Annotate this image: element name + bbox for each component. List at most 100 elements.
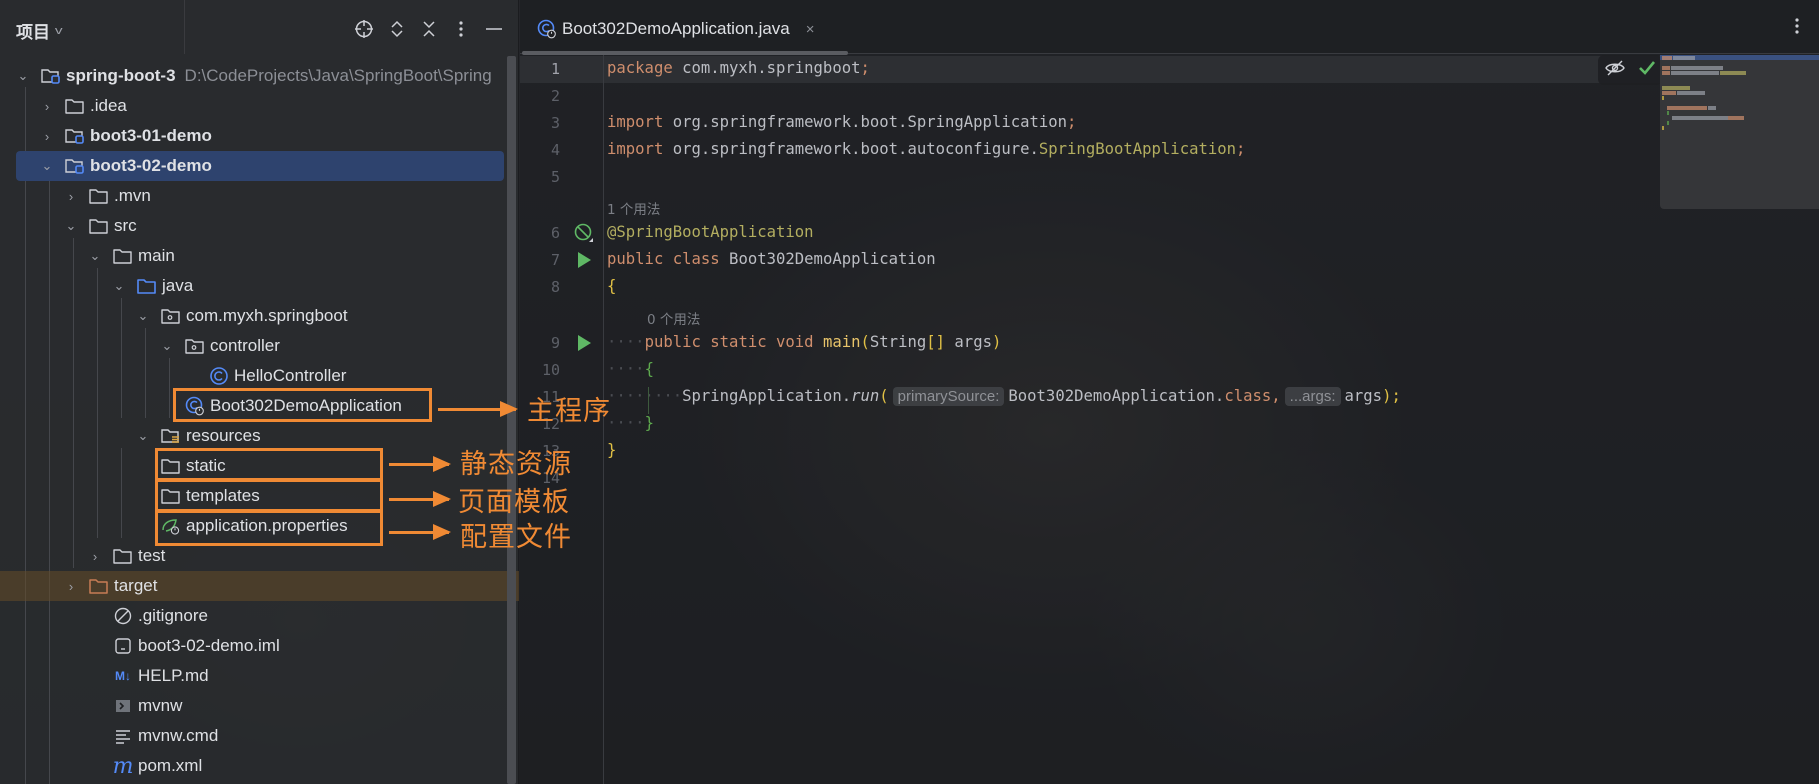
spring-bean-gutter-icon[interactable] <box>573 222 595 244</box>
tree-node-src[interactable]: ⌄ src <box>16 211 504 241</box>
minimap-line <box>1671 71 1719 75</box>
minimap-line <box>1720 71 1746 75</box>
tree-scrollbar[interactable] <box>507 56 516 784</box>
line-number: 10 <box>541 361 560 379</box>
tab-scroll-indicator <box>522 51 848 55</box>
tree-node-boot3-02-demo[interactable]: ⌄ boot3-02-demo <box>16 151 504 181</box>
more-vertical-icon[interactable] <box>1787 16 1807 42</box>
annotation-arrow <box>389 456 451 472</box>
minimap-line <box>1667 106 1707 110</box>
tree-node-gitignore[interactable]: .gitignore <box>16 601 504 631</box>
tree-node-label: src <box>114 216 137 235</box>
tree-node-label: mvnw.cmd <box>138 726 219 745</box>
chevron-down-icon[interactable]: ⌄ <box>88 248 102 264</box>
chevron-down-icon[interactable]: ⌄ <box>40 158 54 174</box>
annotation-box-static <box>155 448 383 482</box>
minimap-line <box>1662 66 1670 70</box>
minimize-icon[interactable] <box>481 16 507 42</box>
editor-tab-bar: Boot302DemoApplication.java × <box>520 0 1819 55</box>
chevron-right-icon[interactable]: › <box>64 189 78 204</box>
code-line-7[interactable]: public class Boot302DemoApplication <box>607 250 936 268</box>
tree-node-label: target <box>114 576 158 595</box>
annotation-arrow <box>389 524 451 540</box>
code-line-12[interactable]: ····} <box>607 414 654 432</box>
tree-node-java[interactable]: ⌄ java <box>16 271 504 301</box>
expand-all-icon[interactable] <box>384 16 410 42</box>
line-number: 3 <box>550 114 560 132</box>
eye-hidden-icon[interactable] <box>1605 60 1625 81</box>
tree-node-label: java <box>162 276 194 295</box>
chevron-down-icon[interactable]: ⌄ <box>160 338 174 354</box>
code-line-8[interactable]: { <box>607 277 616 295</box>
chevron-right-icon[interactable]: › <box>40 129 54 144</box>
tab-boot302-demo-application[interactable]: Boot302DemoApplication.java × <box>536 14 815 44</box>
parameter-hint: ...args: <box>1284 387 1341 406</box>
more-vertical-icon[interactable] <box>448 16 474 42</box>
resources-folder-icon <box>160 426 182 446</box>
tree-node-spring-boot-3[interactable]: ⌄ spring-boot-3 D:\CodeProjects\Java\Spr… <box>16 61 504 91</box>
tree-node-help-md[interactable]: M↓ HELP.md <box>16 661 504 691</box>
tree-node-package[interactable]: ⌄ com.myxh.springboot <box>16 301 504 331</box>
chevron-down-icon[interactable]: ⌄ <box>64 218 78 234</box>
minimap[interactable] <box>1660 55 1819 209</box>
collapse-all-icon[interactable] <box>416 16 442 42</box>
tree-node-boot3-01-demo[interactable]: › boot3-01-demo <box>16 121 504 151</box>
code-line-11[interactable]: ········SpringApplication.run(primarySou… <box>607 387 1401 406</box>
header-divider <box>184 0 185 54</box>
tree-node-iml[interactable]: boot3-02-demo.iml <box>16 631 504 661</box>
minimap-line <box>1662 86 1690 90</box>
chevron-down-icon[interactable]: ⌄ <box>136 308 150 324</box>
project-view-selector[interactable]: 项目 v <box>16 18 63 43</box>
folder-icon <box>112 546 134 566</box>
project-panel-header: 项目 v <box>0 0 519 58</box>
tree-node-idea[interactable]: › .idea <box>16 91 504 121</box>
line-number: 1 <box>550 60 560 78</box>
annotation-box-main-program <box>173 388 432 422</box>
tree-node-label: .mvn <box>114 186 151 205</box>
code-line-13[interactable]: } <box>607 441 616 459</box>
tree-node-pom-xml[interactable]: m pom.xml <box>16 751 504 781</box>
code-line-10[interactable]: ····{ <box>607 360 654 378</box>
target-icon[interactable] <box>351 16 377 42</box>
chevron-right-icon[interactable]: › <box>64 579 78 594</box>
tree-node-label: test <box>138 546 166 565</box>
class-icon <box>208 366 230 386</box>
run-icon[interactable] <box>573 332 595 354</box>
close-icon[interactable]: × <box>806 21 815 38</box>
minimap-line <box>1662 91 1676 95</box>
code-line-4[interactable]: import org.springframework.boot.autoconf… <box>607 140 1245 158</box>
code-line-1[interactable]: package com.myxh.springboot; <box>607 59 870 77</box>
tree-node-hello-controller[interactable]: HelloController <box>16 361 504 391</box>
tree-node-resources[interactable]: ⌄ resources <box>16 421 504 451</box>
chevron-down-icon[interactable]: ⌄ <box>136 428 150 444</box>
annotation-arrow <box>389 491 451 507</box>
code-line-3[interactable]: import org.springframework.boot.SpringAp… <box>607 113 1076 131</box>
code-line-6[interactable]: @SpringBootApplication <box>607 223 814 241</box>
check-icon[interactable] <box>1639 60 1656 80</box>
tree-node-mvnw-cmd[interactable]: mvnw.cmd <box>16 721 504 751</box>
tree-node-mvn[interactable]: › .mvn <box>16 181 504 211</box>
text-file-icon <box>112 726 134 746</box>
tree-node-target[interactable]: › target <box>0 571 519 601</box>
run-icon[interactable] <box>573 249 595 271</box>
chevron-right-icon[interactable]: › <box>40 99 54 114</box>
usages-hint[interactable]: 0 个用法 <box>647 308 700 328</box>
shell-script-icon <box>112 696 134 716</box>
code-line-9[interactable]: ····public static void main(String[] arg… <box>607 333 1001 351</box>
project-path: D:\CodeProjects\Java\SpringBoot\Spring <box>184 66 492 85</box>
usages-hint[interactable]: 1 个用法 <box>607 198 660 218</box>
tree-node-label: resources <box>186 426 261 445</box>
tree-node-label: main <box>138 246 175 265</box>
chevron-down-icon[interactable]: ⌄ <box>112 278 126 294</box>
tree-node-main[interactable]: ⌄ main <box>16 241 504 271</box>
tree-node-label: HELP.md <box>138 666 209 685</box>
tree-node-controller[interactable]: ⌄ controller <box>16 331 504 361</box>
chevron-down-icon[interactable]: ⌄ <box>16 68 30 84</box>
chevron-right-icon[interactable]: › <box>88 549 102 564</box>
annotation-label-page-templates: 页面模板 <box>458 487 570 518</box>
tree-node-mvnw[interactable]: mvnw <box>16 691 504 721</box>
annotation-arrow <box>438 401 518 417</box>
code-editor: Boot302DemoApplication.java × 1 2 3 4 5 … <box>520 0 1819 784</box>
line-number: 8 <box>550 278 560 296</box>
tree-node-label: controller <box>210 336 280 355</box>
